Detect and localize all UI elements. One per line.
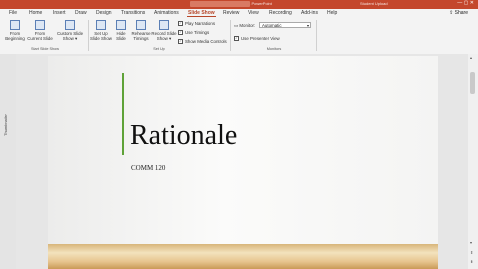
- tab-review[interactable]: Review: [222, 10, 240, 16]
- title-bar: Lecture 1.0 Read Show - PowerPoint Stude…: [0, 0, 478, 9]
- chevron-down-icon: ▾: [306, 23, 309, 28]
- search-box[interactable]: [190, 1, 250, 7]
- tab-add-ins[interactable]: Add-ins: [300, 10, 319, 16]
- monitor-control: ▭ Monitor:: [234, 23, 255, 29]
- play-narrations-label: Play Narrations: [185, 21, 216, 26]
- presenter-view-label: Use Presenter View: [241, 36, 280, 41]
- play-narrations-checkbox[interactable]: ✓ Play Narrations: [178, 21, 216, 27]
- tab-insert[interactable]: Insert: [52, 10, 67, 16]
- slide-subtitle[interactable]: COMM 120: [131, 164, 165, 172]
- accent-bar: [122, 73, 124, 155]
- custom-show-icon: [65, 20, 75, 30]
- record-label: Record Slide Show ▾: [151, 31, 177, 41]
- hide-slide-button[interactable]: Hide Slide: [113, 20, 129, 41]
- from-beginning-label: From Beginning: [5, 31, 25, 41]
- group-label-start: Start Slide Show: [30, 47, 60, 51]
- use-timings-checkbox[interactable]: ✓ Use Timings: [178, 30, 210, 36]
- from-current-slide-button[interactable]: From Current Slide: [27, 20, 53, 41]
- user-name[interactable]: Student Upload: [360, 1, 388, 6]
- set-up-slide-show-button[interactable]: Set Up Slide Show: [90, 20, 112, 41]
- group-label-setup: Set Up: [153, 47, 165, 51]
- setup-icon: [96, 20, 106, 30]
- from-current-label: From Current Slide: [27, 31, 53, 41]
- slide-photo-strip: [48, 244, 438, 269]
- share-button[interactable]: ⇪ Share: [449, 10, 468, 16]
- tab-file[interactable]: File: [8, 10, 18, 16]
- tab-animations[interactable]: Animations: [153, 10, 180, 16]
- checkmark-icon: ✓: [178, 39, 183, 45]
- next-slide-icon[interactable]: ⇟: [470, 259, 473, 264]
- rehearse-label: Rehearse Timings: [131, 31, 151, 41]
- tab-design[interactable]: Design: [95, 10, 113, 16]
- record-slide-show-button[interactable]: Record Slide Show ▾: [151, 20, 177, 41]
- tab-draw[interactable]: Draw: [74, 10, 88, 16]
- ribbon-separator: [88, 20, 89, 51]
- from-beginning-button[interactable]: From Beginning: [4, 20, 26, 41]
- hide-slide-label: Hide Slide: [116, 31, 126, 41]
- scrollbar-thumb[interactable]: [470, 72, 475, 94]
- custom-slide-show-button[interactable]: Custom Slide Show ▾: [55, 20, 85, 41]
- vertical-scrollbar[interactable]: ▴ ▾ ⇞ ⇟: [468, 54, 478, 269]
- tab-help[interactable]: Help: [326, 10, 338, 16]
- slide-title[interactable]: Rationale: [130, 120, 237, 152]
- thumbnails-label: Thumbnails: [3, 115, 8, 136]
- scroll-up-icon[interactable]: ▴: [470, 55, 472, 60]
- use-timings-label: Use Timings: [185, 30, 210, 35]
- tab-recording[interactable]: Recording: [268, 10, 293, 16]
- ribbon-separator: [230, 20, 231, 51]
- share-label: Share: [454, 10, 468, 16]
- previous-slide-icon[interactable]: ⇞: [470, 250, 473, 255]
- scroll-down-icon[interactable]: ▾: [470, 240, 472, 245]
- checkmark-icon: ✓: [234, 36, 239, 42]
- monitor-select[interactable]: Automatic ▾: [259, 22, 311, 28]
- slide[interactable]: Rationale COMM 120: [48, 56, 438, 269]
- tab-slide-show[interactable]: Slide Show: [187, 10, 216, 17]
- ribbon: From Beginning From Current Slide Custom…: [0, 18, 478, 55]
- menu-bar: File Home Insert Draw Design Transitions…: [0, 9, 478, 18]
- tab-home[interactable]: Home: [28, 10, 43, 16]
- monitor-value: Automatic: [262, 23, 282, 28]
- record-icon: [159, 20, 169, 30]
- show-media-controls-label: Show Media Controls: [185, 39, 227, 44]
- show-media-controls-checkbox[interactable]: ✓ Show Media Controls: [178, 39, 227, 45]
- thumbnails-pane[interactable]: › Thumbnails: [0, 54, 17, 269]
- custom-show-label: Custom Slide Show ▾: [56, 31, 84, 41]
- group-label-monitors: Monitors: [266, 47, 282, 51]
- hide-slide-icon: [116, 20, 126, 30]
- checkmark-icon: ✓: [178, 21, 183, 27]
- slideshow-current-icon: [35, 20, 45, 30]
- checkmark-icon: ✓: [178, 30, 183, 36]
- rehearse-timings-button[interactable]: Rehearse Timings: [131, 20, 151, 41]
- monitor-label: Monitor:: [239, 23, 256, 28]
- tab-view[interactable]: View: [247, 10, 260, 16]
- rehearse-icon: [136, 20, 146, 30]
- tab-transitions[interactable]: Transitions: [120, 10, 146, 16]
- slideshow-start-icon: [10, 20, 20, 30]
- ribbon-separator: [316, 20, 317, 51]
- setup-label: Set Up Slide Show: [90, 31, 112, 41]
- window-controls[interactable]: — ▢ ✕: [457, 0, 474, 6]
- presenter-view-checkbox[interactable]: ✓ Use Presenter View: [234, 36, 280, 42]
